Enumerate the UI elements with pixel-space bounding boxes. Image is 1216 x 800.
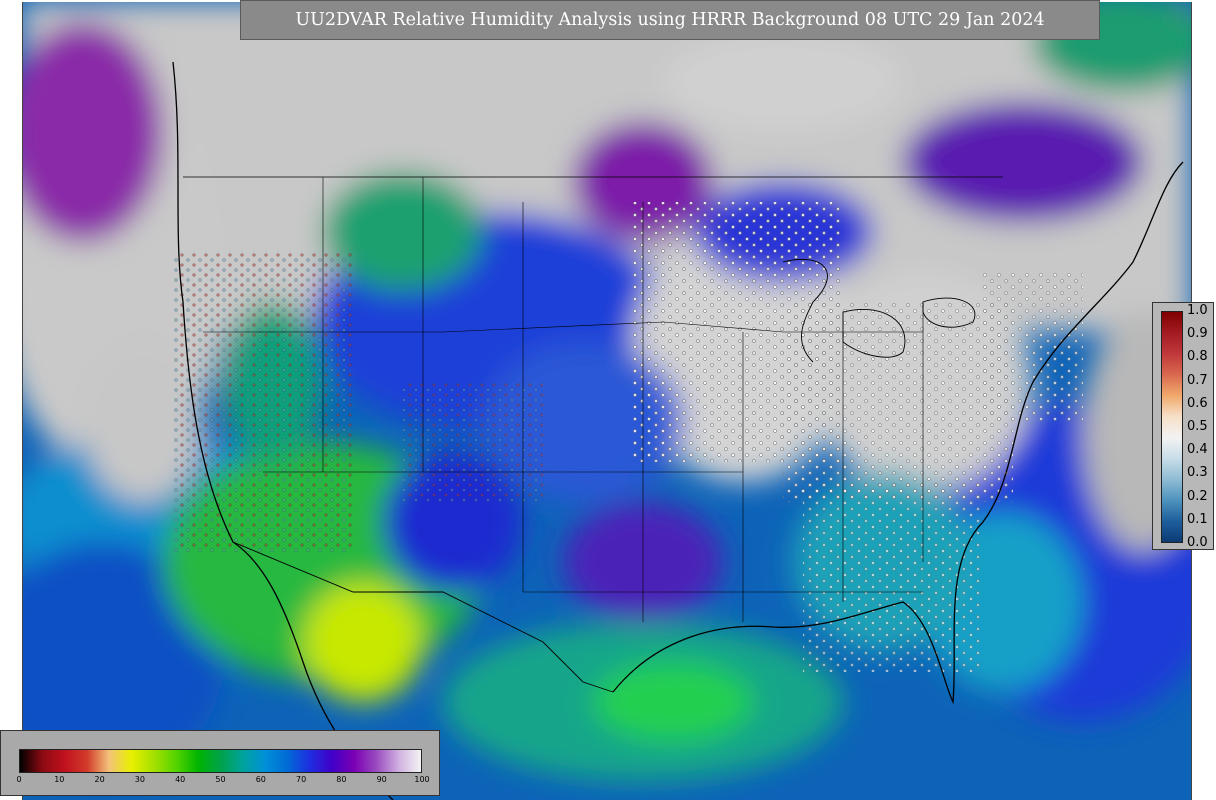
rh-tick-label: 10 bbox=[54, 775, 65, 784]
rh-tick-label: 70 bbox=[296, 775, 307, 784]
colorbar-tick-label: 0.3 bbox=[1187, 465, 1208, 481]
colorbar-tick-label: 0.4 bbox=[1187, 442, 1208, 458]
rh-tick-label: 60 bbox=[255, 775, 266, 784]
rh-tick-label: 0 bbox=[16, 775, 22, 784]
probability-colorbar: 1.0 0.9 0.8 0.7 0.6 0.5 0.4 0.3 0.2 0.1 0.0 bbox=[1152, 302, 1214, 550]
colorbar-tick-label: 0.5 bbox=[1187, 419, 1208, 434]
rh-legend-gradient bbox=[19, 749, 422, 773]
colorbar-tick-label: 0.7 bbox=[1187, 372, 1208, 388]
colorbar-tick-label: 0.8 bbox=[1187, 349, 1208, 365]
colorbar-gradient bbox=[1161, 311, 1183, 543]
map-title: UU2DVAR Relative Humidity Analysis using… bbox=[240, 0, 1100, 40]
rh-tick-label: 90 bbox=[376, 775, 387, 784]
rh-tick-label: 80 bbox=[336, 775, 347, 784]
colorbar-tick-label: 1.0 bbox=[1187, 303, 1208, 318]
humidity-map bbox=[22, 2, 1192, 800]
rh-tick-label: 20 bbox=[94, 775, 105, 784]
colorbar-tick-label: 0.2 bbox=[1187, 488, 1208, 504]
colorbar-tick-label: 0.6 bbox=[1187, 395, 1208, 411]
colorbar-tick-label: 0.1 bbox=[1187, 511, 1208, 527]
rh-tick-label: 30 bbox=[134, 775, 145, 784]
rh-tick-label: 40 bbox=[175, 775, 186, 784]
colorbar-tick-label: 0.0 bbox=[1187, 535, 1208, 550]
map-graphic bbox=[23, 2, 1191, 800]
colorbar-tick-label: 0.9 bbox=[1187, 326, 1208, 342]
relative-humidity-legend: 0 10 20 30 40 50 60 70 80 90 100 bbox=[0, 730, 440, 796]
rh-tick-label: 100 bbox=[414, 775, 430, 784]
rh-tick-label: 50 bbox=[215, 775, 226, 784]
